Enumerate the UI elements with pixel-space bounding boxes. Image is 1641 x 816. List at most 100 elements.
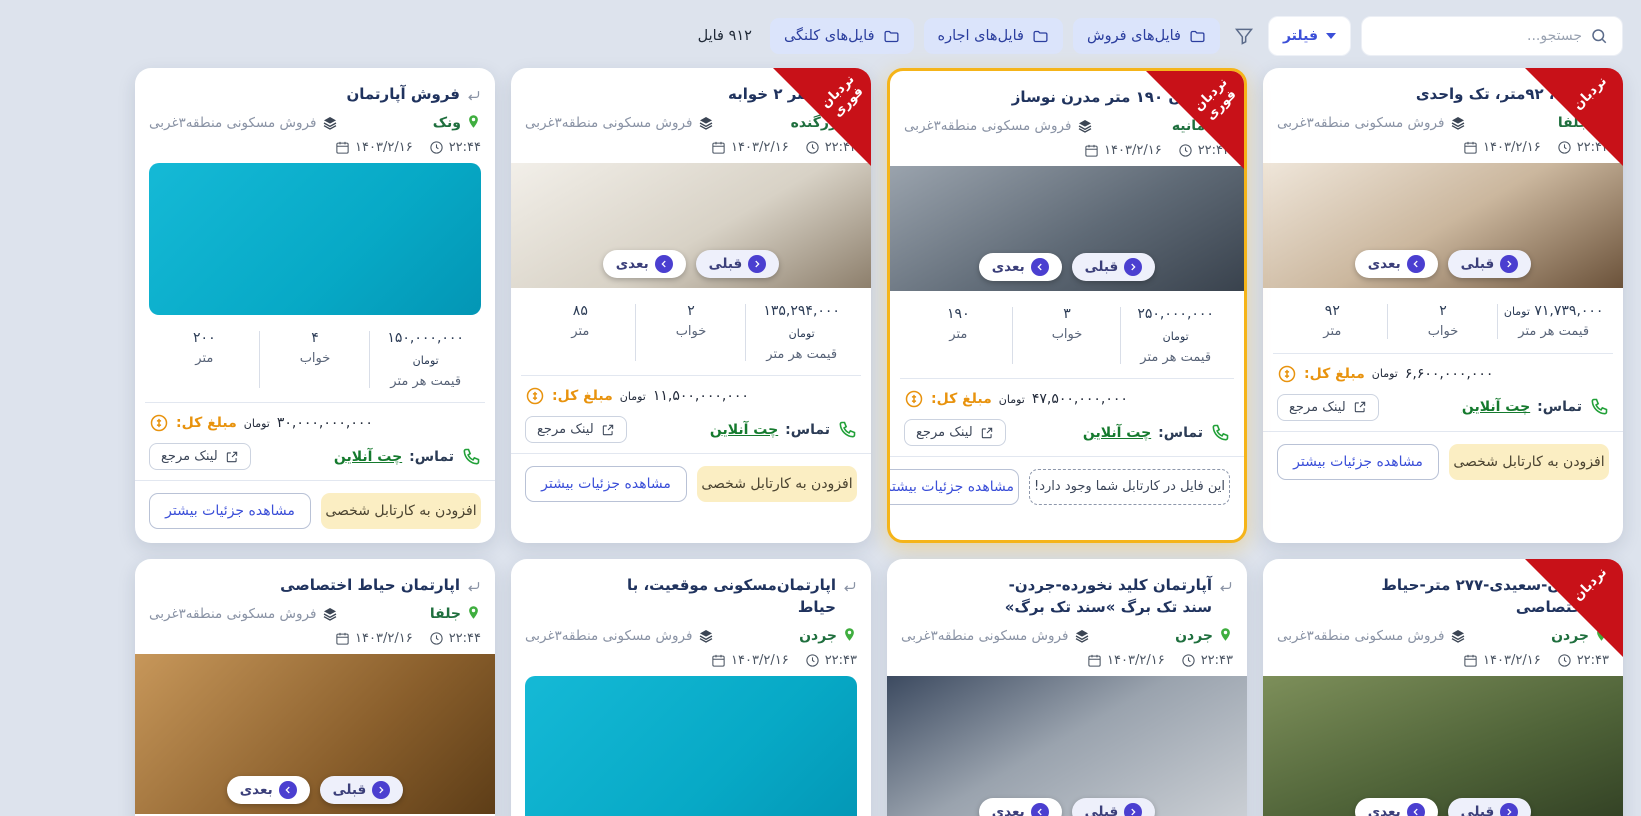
carousel-prev-button[interactable]: قبلی xyxy=(319,776,404,805)
chip-kolangi-files[interactable]: فایل‌های کلنگی xyxy=(769,18,914,54)
contact-row: تماس: چت آنلاین لینک مرجع xyxy=(149,441,481,480)
contact-row: تماس: چت آنلاین لینک مرجع xyxy=(1277,392,1609,431)
contact-label: تماس: xyxy=(409,448,454,465)
card-location: زرگنده xyxy=(791,114,857,132)
phone-icon xyxy=(1589,397,1609,417)
arrow-right-icon xyxy=(748,254,767,273)
bed-label: خواب xyxy=(1427,324,1459,340)
card-photo[interactable]: قبلی بعدی xyxy=(511,162,871,288)
carousel-next-button[interactable]: بعدی xyxy=(226,776,310,805)
listing-grid-row-2: نردبان جردن-سعیدی-۲۷۷ متر-حیاط اختصاصی ج… xyxy=(0,559,1641,816)
search-box[interactable] xyxy=(1361,16,1623,56)
card-photo[interactable]: قبلی بعدی xyxy=(890,165,1244,291)
carousel-prev-button[interactable]: قبلی xyxy=(1447,249,1532,278)
card-title-row: جلفا، ۹۲متر، تک واحدی xyxy=(1277,80,1609,106)
card-photo[interactable]: قبلی بعدی xyxy=(1263,162,1623,288)
total-price-row: ۱۱,۵۰۰,۰۰۰,۰۰۰ تومان مبلغ کل: xyxy=(525,376,857,414)
ref-link-button[interactable]: لینک مرجع xyxy=(149,443,251,471)
card-date-row: ۲۲:۴۴ ۱۴۰۳/۲/۱۶ xyxy=(149,138,481,163)
card-actions: افزودن به کارتابل شخصی مشاهده جزئیات بیش… xyxy=(525,454,857,516)
carousel-controls: قبلی بعدی xyxy=(1263,249,1623,278)
more-details-button[interactable]: مشاهده جزئیات بیشتر xyxy=(149,493,311,530)
listing-card[interactable]: نردبان جلفا، ۹۲متر، تک واحدی جلفا فروش م… xyxy=(1263,68,1623,544)
layers-icon xyxy=(1077,118,1093,134)
location-text: ونک xyxy=(432,114,461,131)
ref-link-label: لینک مرجع xyxy=(537,422,594,438)
card-location: جردن xyxy=(799,627,857,645)
add-to-cartable-button[interactable]: افزودن به کارتابل شخصی xyxy=(697,466,857,503)
phone-icon xyxy=(461,447,481,467)
layers-icon xyxy=(698,628,714,644)
next-label: بعدی xyxy=(615,255,649,272)
add-to-cartable-button[interactable]: افزودن به کارتابل شخصی xyxy=(321,493,481,530)
card-meta: زرگنده فروش مسکونی منطقه۳غربی xyxy=(525,106,857,138)
card-photo-placeholder[interactable] xyxy=(149,162,481,315)
filter-dropdown[interactable]: فیلتر xyxy=(1267,16,1351,56)
funnel-icon[interactable] xyxy=(1230,26,1258,46)
listing-card[interactable]: اپارتمان حیاط اختصاصی جلفا فروش مسکونی م… xyxy=(135,559,495,816)
carousel-prev-button[interactable]: قبلی xyxy=(695,249,780,278)
carousel-prev-button[interactable]: قبلی xyxy=(1071,797,1156,816)
currency-label: تومان xyxy=(412,354,439,368)
date-segment: ۱۴۰۳/۲/۱۶ xyxy=(1087,653,1165,668)
card-photo-placeholder[interactable] xyxy=(525,675,857,816)
carousel-next-button[interactable]: بعدی xyxy=(978,252,1062,281)
layers-icon xyxy=(322,115,338,131)
clock-icon xyxy=(1182,654,1195,667)
card-location: جردن xyxy=(1551,627,1609,645)
chat-online-link[interactable]: چت آنلاین xyxy=(1462,399,1530,415)
area-value: ۸۵ xyxy=(572,302,588,319)
more-details-button[interactable]: مشاهده جزئیات بیشتر xyxy=(890,469,1020,506)
listing-card[interactable]: فروش آپارتمان ونک فروش مسکونی منطقه۳غربی xyxy=(135,68,495,544)
card-time: ۲۲:۴۳ xyxy=(1200,652,1233,668)
currency-label: تومان xyxy=(998,392,1025,406)
more-details-button[interactable]: مشاهده جزئیات بیشتر xyxy=(525,466,687,503)
time-segment: ۲۲:۴۴ xyxy=(1557,140,1609,155)
chat-online-link[interactable]: چت آنلاین xyxy=(334,449,402,465)
contact-label: تماس: xyxy=(785,421,830,438)
calendar-icon xyxy=(1464,654,1477,667)
reply-arrow-icon xyxy=(1215,91,1230,106)
listing-card[interactable]: اپارتمان‌مسکونی موقعیت، با حیاط جردن فرو… xyxy=(511,559,871,816)
card-title-row: اپارتمان‌مسکونی موقعیت، با حیاط xyxy=(525,571,857,619)
more-details-button[interactable]: مشاهده جزئیات بیشتر xyxy=(1277,443,1439,480)
ppm-value: ۷۱,۷۳۹,۰۰۰ xyxy=(1534,302,1604,319)
card-location: جردن xyxy=(1175,627,1233,645)
listing-card[interactable]: آپارتمان کلید نخورده-جردن-سند تک برگ »سن… xyxy=(887,559,1247,816)
time-segment: ۲۲:۴۳ xyxy=(1181,653,1233,668)
ref-link-button[interactable]: لینک مرجع xyxy=(904,419,1006,447)
ref-link-button[interactable]: لینک مرجع xyxy=(1277,393,1379,421)
search-input[interactable] xyxy=(1376,28,1582,44)
next-label: بعدی xyxy=(991,258,1025,275)
carousel-prev-button[interactable]: قبلی xyxy=(1071,252,1156,281)
ref-link-button[interactable]: لینک مرجع xyxy=(525,416,627,444)
card-title-row: اپارتمان حیاط اختصاصی xyxy=(149,571,481,597)
listing-card[interactable]: نردبان فوری جردن ۱۹۰ متر مدرن نوساز امانی… xyxy=(887,68,1247,544)
carousel-next-button[interactable]: بعدی xyxy=(1354,797,1438,816)
time-segment: ۲۲:۴۴ xyxy=(1178,143,1230,158)
chat-online-link[interactable]: چت آنلاین xyxy=(710,422,778,438)
card-date-row: ۲۲:۴۴ ۱۴۰۳/۲/۱۶ xyxy=(149,629,481,654)
card-photo[interactable]: قبلی بعدی xyxy=(887,675,1247,816)
carousel-next-button[interactable]: بعدی xyxy=(978,797,1062,816)
chat-online-link[interactable]: چت آنلاین xyxy=(1083,425,1151,441)
card-photo[interactable]: قبلی بعدی xyxy=(1263,675,1623,816)
carousel-prev-button[interactable]: قبلی xyxy=(1447,797,1532,816)
carousel-next-button[interactable]: بعدی xyxy=(602,249,686,278)
listing-card[interactable]: نردبان فوری ۸۵ متر ۲ خوابه زرگنده فروش م… xyxy=(511,68,871,544)
arrow-left-icon xyxy=(1030,257,1049,276)
ref-link-label: لینک مرجع xyxy=(1289,399,1346,415)
area-label: متر xyxy=(949,327,968,343)
card-photo[interactable]: قبلی بعدی xyxy=(135,654,495,815)
carousel-next-button[interactable]: بعدی xyxy=(1354,249,1438,278)
listing-card[interactable]: نردبان جردن-سعیدی-۲۷۷ متر-حیاط اختصاصی ج… xyxy=(1263,559,1623,816)
chip-sale-files[interactable]: فایل‌های فروش xyxy=(1072,18,1220,54)
chip-rent-files[interactable]: فایل‌های اجاره xyxy=(923,18,1063,54)
ppm-label: قیمت هر متر xyxy=(1140,349,1212,365)
card-stats: ۱۳۵,۲۹۴,۰۰۰ تومان قیمت هر متر ۲ خواب ۸۵ … xyxy=(525,288,857,376)
reply-arrow-icon xyxy=(842,88,857,103)
location-pin-icon xyxy=(842,627,857,645)
coin-icon xyxy=(149,413,169,433)
ppm-label: قیمت هر متر xyxy=(1518,324,1590,340)
add-to-cartable-button[interactable]: افزودن به کارتابل شخصی xyxy=(1449,443,1609,480)
